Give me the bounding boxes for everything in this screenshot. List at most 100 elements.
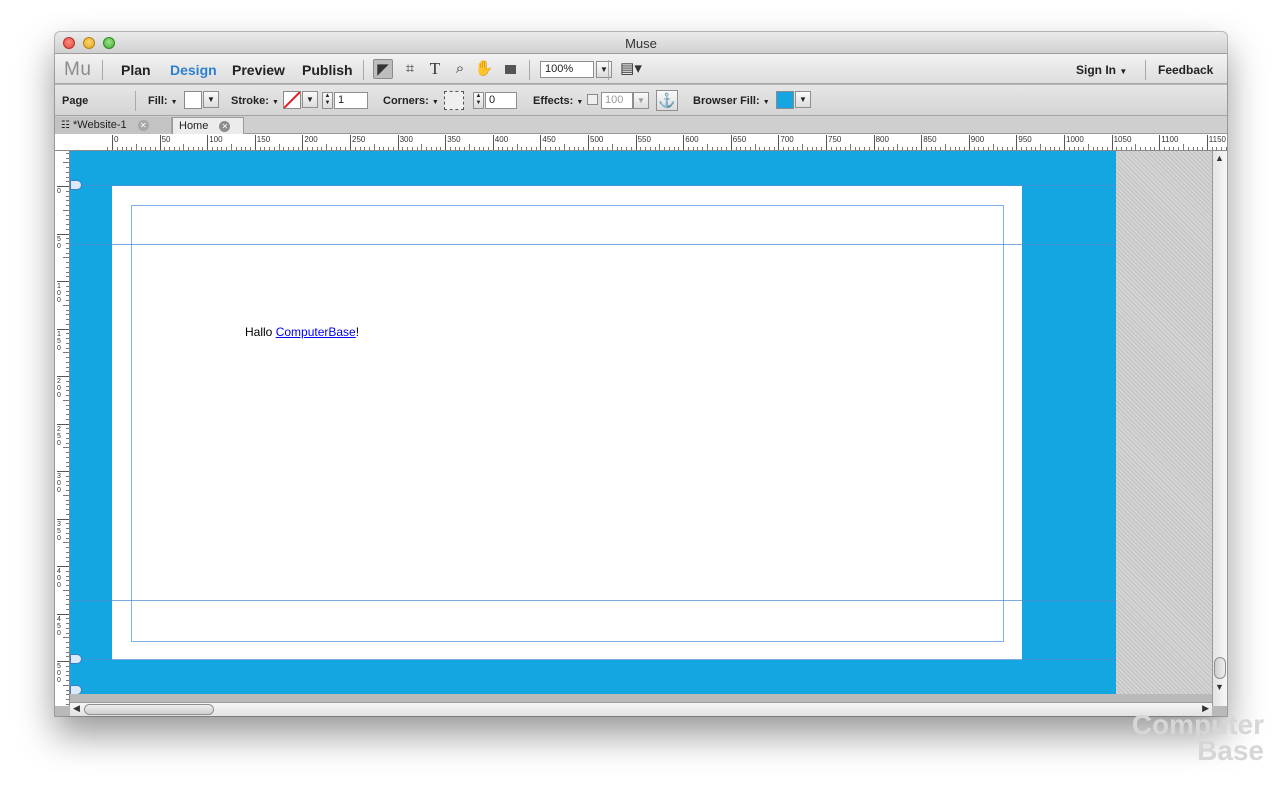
horizontal-ruler[interactable]: 0 50 100 150 200 250 300 350 400 450 500 550 600 650 7… [55,134,1227,151]
view-options-icon[interactable]: ▤▾ [617,59,645,79]
ruler-tick [57,376,69,377]
scroll-up-arrow-icon[interactable]: ▲ [1215,153,1224,163]
stroke-width-input[interactable]: 1 [334,92,368,109]
ruler-tick [1140,147,1142,150]
fill-swatch[interactable] [184,91,202,109]
corners-icon[interactable] [444,91,464,110]
ruler-tick [1073,147,1075,150]
ruler-tick [845,147,847,150]
ruler-tick [1206,135,1208,150]
ruler-tick [426,147,428,150]
corners-menu[interactable]: Corners: ▼ [383,95,439,107]
rectangle-tool-icon[interactable] [500,59,520,79]
ruler-tick [749,147,751,150]
ruler-tick [66,532,69,534]
ruler-tick [66,195,69,197]
page-bottom-guide[interactable] [70,659,1116,660]
crop-tool-icon[interactable]: ⌗ [400,59,420,79]
vertical-scrollbar[interactable]: ▲ ▼ [1212,151,1227,706]
effects-menu[interactable]: Effects: ▼ [533,95,583,107]
ruler-tick [66,285,69,287]
corner-radius-input[interactable]: 0 [485,92,517,109]
ruler-tick [57,233,69,235]
zoom-dropdown-chevron-icon[interactable]: ▼ [596,61,612,78]
nav-publish[interactable]: Publish [302,62,353,78]
browser-bottom-handle-icon[interactable] [70,685,82,694]
tab-website[interactable]: ☷ *Website-1 ✕ [55,117,172,134]
fill-dropdown-chevron-icon[interactable]: ▼ [203,91,219,108]
ruler-tick [283,147,285,150]
ruler-tick [797,147,799,150]
ruler-tick [1016,135,1018,150]
corners-stepper-icon[interactable]: ▲ ▼ [473,92,484,109]
ruler-tick [66,152,69,154]
ruler-tick [421,144,423,150]
stroke-dropdown-chevron-icon[interactable]: ▼ [302,91,318,108]
browser-fill-menu[interactable]: Browser Fill: ▼ [693,95,770,107]
ruler-label: 400 [494,135,509,144]
zoom-tool-icon[interactable]: ⌕ [450,59,470,79]
feedback-link[interactable]: Feedback [1158,63,1213,77]
nav-plan[interactable]: Plan [121,62,151,78]
ruler-label: 200 [304,135,318,144]
ruler-tick [226,147,228,150]
hand-tool-icon[interactable]: ✋ [474,59,494,79]
title-bar: Muse [55,32,1227,54]
footer-guide[interactable] [70,600,1116,601]
sign-in-menu[interactable]: Sign In ▼ [1076,63,1127,77]
ruler-tick [66,314,69,316]
opacity-dropdown-chevron-icon[interactable]: ▼ [633,92,649,109]
close-icon[interactable]: ✕ [219,120,231,132]
design-canvas[interactable]: Hallo ComputerBase! [70,151,1116,694]
header-top-guide[interactable] [70,185,1116,186]
ruler-tick [66,157,69,159]
stroke-menu[interactable]: Stroke: ▼ [231,95,279,107]
ruler-label: 1150 [1208,135,1226,144]
ruler-tick [830,147,832,150]
ruler-tick [57,423,69,425]
ruler-tick [66,414,69,415]
stroke-stepper-icon[interactable]: ▲ ▼ [322,92,333,109]
ruler-tick [768,147,770,150]
ruler-tick [787,147,789,150]
tab-label: Home [179,120,209,132]
ruler-label: 550 [637,135,651,144]
browser-fill-swatch[interactable] [776,91,794,109]
tab-home[interactable]: Home ✕ [172,117,244,134]
ruler-tick [383,147,385,150]
ruler-tick [66,599,69,601]
zoom-level-input[interactable]: 100% [540,61,594,78]
window-title: Muse [625,36,657,51]
ruler-tick [66,699,69,700]
ruler-tick [57,281,69,282]
ruler-tick [1149,147,1151,150]
ruler-tick [66,580,69,582]
browser-fill-dropdown-chevron-icon[interactable]: ▼ [795,91,811,108]
vertical-ruler[interactable]: 0 50 100 150 200 250 300 350 400 450 500 [55,151,70,706]
ruler-tick [940,147,942,150]
opacity-input[interactable]: 100 [601,92,633,109]
ruler-tick [66,651,69,653]
footer-handle-icon[interactable] [70,654,82,664]
ruler-tick [673,147,675,150]
scroll-left-arrow-icon[interactable]: ◀ [73,703,80,714]
selection-tool-icon[interactable]: ◤ [373,59,393,79]
horizontal-scroll-thumb[interactable] [84,704,214,715]
ruler-tick [131,147,133,150]
ruler-tick [66,433,69,434]
stroke-swatch[interactable] [283,91,301,109]
ruler-label: 200 [57,378,61,399]
ruler-tick [407,147,409,150]
header-handle-icon[interactable] [70,180,82,190]
fill-menu[interactable]: Fill: ▼ [148,95,178,107]
text-tool-icon[interactable]: T [425,59,445,79]
nav-design[interactable]: Design [170,62,217,78]
horizontal-scrollbar[interactable]: ◀ ▶ [70,702,1212,716]
header-guide[interactable] [70,244,1116,245]
vertical-scroll-thumb[interactable] [1214,657,1226,679]
scroll-down-arrow-icon[interactable]: ▼ [1215,682,1224,692]
anchor-icon[interactable]: ⚓ [656,90,678,111]
divider [102,60,103,80]
close-icon[interactable]: ✕ [137,119,149,131]
nav-preview[interactable]: Preview [232,62,285,78]
